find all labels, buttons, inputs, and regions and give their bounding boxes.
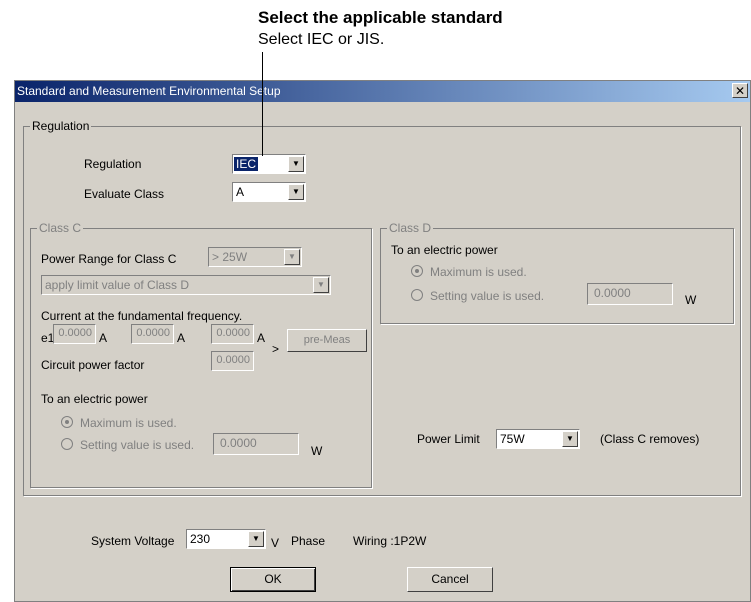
- regulation-legend: Regulation: [30, 119, 92, 133]
- callout-title: Select the applicable standard: [258, 8, 503, 27]
- regulation-group: Regulation Regulation IEC ▼ Evaluate Cla…: [23, 119, 741, 496]
- cancel-button[interactable]: Cancel: [407, 567, 493, 592]
- setting-label-d: Setting value is used.: [430, 289, 545, 303]
- ok-label: OK: [264, 572, 282, 586]
- unit-a-2: A: [177, 331, 186, 345]
- class-d-group: Class D To an electric power Maximum is …: [380, 221, 734, 324]
- maximum-label-d: Maximum is used.: [430, 265, 527, 279]
- setup-dialog: Standard and Measurement Environmental S…: [14, 80, 751, 602]
- circuit-pf-field[interactable]: 0.0000: [211, 351, 254, 371]
- unit-a-1: A: [99, 331, 108, 345]
- circuit-pf-label: Circuit power factor: [41, 358, 145, 372]
- limit-select-value: apply limit value of Class D: [45, 278, 190, 292]
- setting-value-field-c[interactable]: 0.0000: [213, 433, 299, 455]
- pre-meas-button[interactable]: pre-Meas: [287, 329, 367, 352]
- system-voltage-unit: V: [271, 536, 280, 550]
- maximum-label-c: Maximum is used.: [80, 416, 177, 430]
- system-voltage-label: System Voltage: [91, 534, 175, 548]
- setting-radio-d[interactable]: [411, 289, 423, 301]
- callout-subtitle: Select IEC or JIS.: [258, 31, 385, 48]
- power-limit-label: Power Limit: [417, 432, 480, 446]
- electric-power-label-c: To an electric power: [41, 392, 148, 406]
- evaluate-class-label: Evaluate Class: [84, 187, 165, 201]
- setting-label-c: Setting value is used.: [80, 438, 195, 452]
- cancel-label: Cancel: [431, 572, 469, 586]
- callout-pointer-line: [262, 52, 263, 156]
- regulation-value: IEC: [234, 157, 259, 171]
- gt-sign: >: [272, 342, 280, 356]
- system-voltage-select[interactable]: 230 ▼: [186, 529, 266, 549]
- system-voltage-value: 230: [190, 532, 211, 546]
- dialog-titlebar[interactable]: Standard and Measurement Environmental S…: [15, 81, 750, 102]
- pre-meas-label: pre-Meas: [303, 334, 351, 346]
- maximum-radio-d[interactable]: [411, 265, 423, 277]
- chevron-down-icon[interactable]: ▼: [562, 431, 578, 447]
- ok-button[interactable]: OK: [230, 567, 316, 592]
- close-icon[interactable]: ✕: [732, 83, 748, 98]
- dialog-title: Standard and Measurement Environmental S…: [17, 84, 281, 98]
- current-field-2[interactable]: 0.0000: [131, 324, 174, 344]
- chevron-down-icon[interactable]: ▼: [313, 277, 329, 293]
- power-limit-note: (Class C removes): [600, 432, 700, 446]
- limit-select[interactable]: apply limit value of Class D ▼: [41, 275, 331, 295]
- evaluate-class-select[interactable]: A ▼: [232, 182, 306, 202]
- class-c-group: Class C Power Range for Class C > 25W ▼ …: [30, 221, 372, 488]
- class-c-legend: Class C: [37, 221, 84, 235]
- chevron-down-icon[interactable]: ▼: [288, 156, 304, 172]
- power-range-select[interactable]: > 25W ▼: [208, 247, 302, 267]
- class-d-legend: Class D: [387, 221, 434, 235]
- power-range-value: > 25W: [212, 250, 248, 264]
- regulation-select[interactable]: IEC ▼: [232, 154, 306, 174]
- fundamental-label: Current at the fundamental frequency.: [41, 309, 243, 323]
- phase-label: Phase: [291, 534, 326, 548]
- unit-w-c: W: [311, 444, 323, 458]
- evaluate-class-value: A: [236, 185, 245, 199]
- current-field-1[interactable]: 0.0000: [53, 324, 96, 344]
- chevron-down-icon[interactable]: ▼: [248, 531, 264, 547]
- wiring-label: Wiring :1P2W: [353, 534, 427, 548]
- chevron-down-icon[interactable]: ▼: [288, 184, 304, 200]
- regulation-label: Regulation: [84, 157, 142, 171]
- unit-a-3: A: [257, 331, 266, 345]
- power-range-label: Power Range for Class C: [41, 252, 177, 266]
- electric-power-label-d: To an electric power: [391, 243, 498, 257]
- current-field-3[interactable]: 0.0000: [211, 324, 254, 344]
- setting-value-field-d[interactable]: 0.0000: [587, 283, 673, 305]
- maximum-radio-c[interactable]: [61, 416, 73, 428]
- chevron-down-icon[interactable]: ▼: [284, 249, 300, 265]
- unit-w-d: W: [685, 293, 697, 307]
- power-limit-select[interactable]: 75W ▼: [496, 429, 580, 449]
- setting-radio-c[interactable]: [61, 438, 73, 450]
- power-limit-value: 75W: [500, 432, 525, 446]
